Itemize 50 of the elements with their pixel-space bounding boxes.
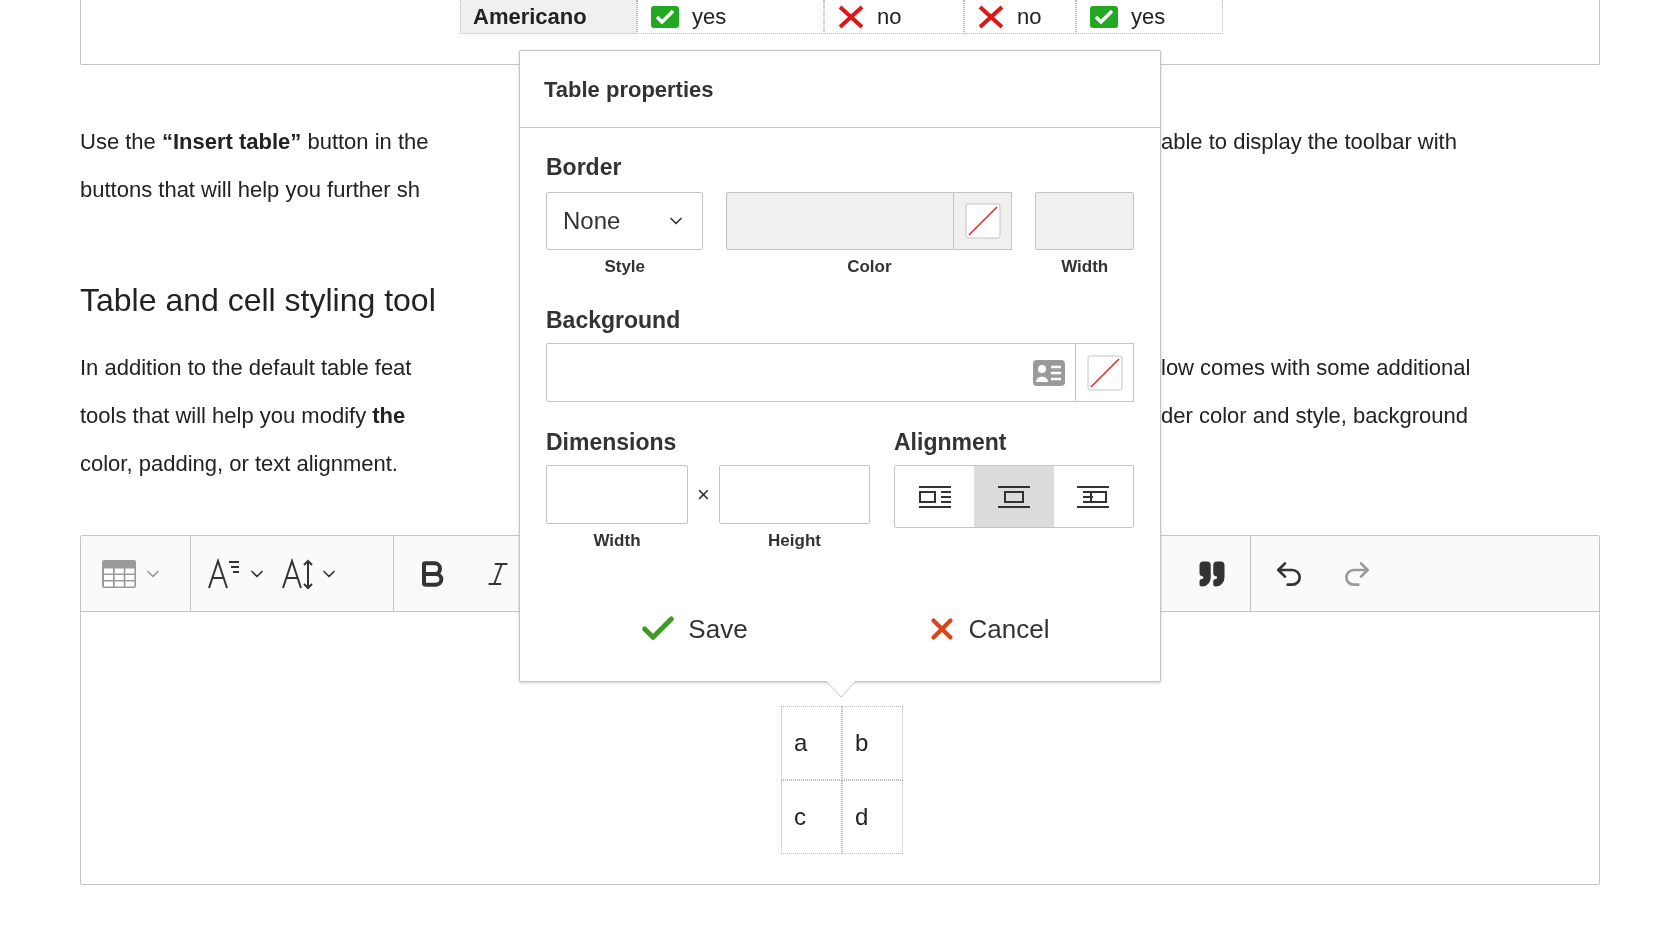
cross-icon [837, 4, 865, 29]
check-icon [1089, 4, 1119, 29]
save-button[interactable]: Save [634, 604, 752, 654]
table-cell: Americano [460, 0, 637, 34]
field-label: Style [604, 257, 646, 277]
no-color-swatch-icon [964, 203, 1001, 239]
paragraph-text: tools that will help you modify the [80, 403, 406, 428]
table-cell: c [781, 780, 842, 854]
border-style-select[interactable]: None [546, 192, 704, 250]
section-label: Background [546, 308, 681, 332]
paragraph-text: color, padding, or text alignment. [80, 451, 398, 476]
field-label: Width [593, 531, 641, 551]
paragraph-text: buttons that will help you further sh [80, 177, 420, 202]
table-cell: b [842, 706, 903, 780]
paragraph-text: In addition to the default table feat [80, 355, 412, 380]
font-family-icon [207, 557, 241, 590]
field-label: Height [768, 531, 821, 551]
no-color-swatch-icon [1086, 354, 1123, 391]
times-sign: × [697, 481, 710, 509]
table-cell: no [824, 0, 964, 34]
align-left-icon [918, 484, 951, 509]
field-label: Color [847, 257, 892, 277]
color-picker-button[interactable] [954, 192, 1013, 250]
paragraph-text: low comes with some additional [1161, 355, 1471, 380]
color-picker-button[interactable] [1076, 343, 1134, 402]
font-size-icon [281, 557, 315, 590]
alignment-button[interactable] [974, 466, 1054, 527]
section-label: Dimensions [546, 430, 677, 454]
table-cell: a [781, 706, 842, 780]
dialog-title: Table properties [544, 75, 714, 104]
table-icon [101, 558, 137, 589]
table-cell: no [964, 0, 1076, 34]
table-height-field[interactable] [719, 465, 870, 524]
table-width-field[interactable] [546, 465, 688, 524]
section-label: Border [546, 155, 622, 179]
paragraph-text: der color and style, background [1161, 403, 1468, 428]
section-heading: Table and cell styling tool [80, 282, 436, 318]
contact-card-icon [1033, 359, 1065, 386]
align-center-icon [998, 484, 1030, 509]
table-cell: yes [637, 0, 824, 34]
section-label: Alignment [894, 430, 1007, 454]
align-right-icon [1077, 484, 1110, 509]
cancel-button[interactable]: Cancel [920, 604, 1054, 654]
paragraph-text: able to display the toolbar with [1161, 129, 1457, 154]
cross-icon [977, 4, 1005, 29]
table-cell: yes [1076, 0, 1223, 34]
table-cell: d [842, 780, 903, 854]
paragraph-text: Use the “Insert table” button in the [80, 129, 429, 154]
check-icon [650, 4, 680, 29]
field-label: Width [1061, 257, 1109, 277]
